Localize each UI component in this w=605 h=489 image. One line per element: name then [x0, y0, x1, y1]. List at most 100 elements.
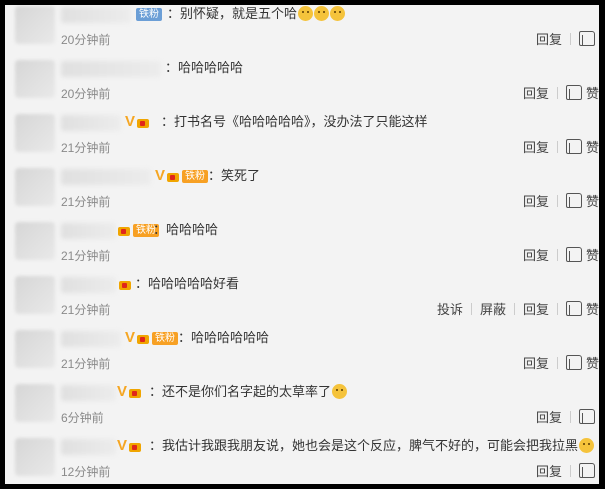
divider [556, 194, 558, 207]
like-label[interactable]: 赞 [586, 191, 599, 210]
smile-emoji-icon [314, 6, 330, 21]
avatar[interactable] [15, 6, 55, 44]
comment-time: 21分钟前 [61, 141, 111, 155]
smile-emoji-icon [298, 6, 314, 21]
comment-actions: 回复 [528, 29, 599, 48]
comment-text: ：哈哈哈哈 [153, 222, 219, 237]
comment-item: V ：我估计我跟我朋友说，她也会是这个反应，脾气不好的，可能会把我拉黑 12分钟… [5, 433, 599, 484]
comment-time: 6分钟前 [61, 411, 104, 425]
fan-badge: 铁粉 [136, 7, 162, 21]
like-label[interactable]: 赞 [586, 299, 599, 318]
username[interactable] [61, 331, 121, 347]
username[interactable] [61, 439, 116, 455]
username[interactable] [61, 169, 151, 185]
comment-time: 21分钟前 [61, 303, 111, 317]
comment-text: ：哈哈哈哈哈好看 [135, 276, 240, 291]
user-badges: 铁粉 [135, 5, 162, 23]
vip-icon: V [125, 113, 136, 130]
reply-button[interactable]: 回复 [515, 299, 557, 318]
comment-item: V 铁粉 ：笑死了 21分钟前 回复 赞 [5, 163, 599, 217]
crown-icon [117, 223, 131, 237]
divider [570, 410, 571, 423]
avatar[interactable] [15, 276, 55, 314]
thumbs-up-icon[interactable] [565, 85, 582, 100]
comment-item: V ：打书名号《哈哈哈哈哈》，没办法了只能这样 21分钟前 回复 赞 [5, 109, 599, 163]
avatar[interactable] [15, 168, 55, 206]
thumbs-up-icon[interactable] [565, 247, 582, 262]
reply-button[interactable]: 回复 [515, 191, 557, 210]
thumbs-up-icon[interactable] [579, 409, 595, 424]
divider [556, 356, 558, 369]
username[interactable] [61, 277, 116, 293]
smile-emoji-icon [332, 384, 348, 399]
avatar[interactable] [15, 114, 55, 152]
user-badges: V [125, 113, 150, 131]
username[interactable] [61, 115, 121, 131]
like-label[interactable]: 赞 [586, 137, 599, 156]
user-badges: V 铁粉 [155, 167, 209, 185]
username[interactable] [61, 223, 116, 239]
avatar[interactable] [15, 60, 55, 98]
thumbs-up-icon[interactable] [579, 463, 595, 478]
comment-actions: 回复 赞 [515, 191, 599, 210]
reply-button[interactable]: 回复 [528, 461, 570, 480]
vip-icon: V [125, 329, 136, 346]
reply-button[interactable]: 回复 [528, 407, 570, 426]
avatar[interactable] [15, 438, 55, 476]
like-label[interactable]: 赞 [586, 83, 599, 102]
thumbs-up-icon[interactable] [565, 139, 582, 154]
like-label[interactable]: 赞 [586, 353, 599, 372]
comment-item: ：哈哈哈哈哈好看 21分钟前 投诉 屏蔽 回复 赞 [5, 271, 599, 325]
comment-time: 21分钟前 [61, 357, 111, 371]
user-badges [118, 275, 132, 293]
thumbs-up-icon[interactable] [565, 355, 582, 370]
smile-emoji-icon [330, 6, 346, 21]
reply-button[interactable]: 回复 [515, 83, 557, 102]
comment-text: ：笑死了 [208, 168, 261, 183]
comment-actions: 回复 赞 [515, 83, 599, 102]
user-badges: V [117, 383, 142, 401]
thumbs-up-icon[interactable] [565, 301, 582, 316]
comment-text: ：哈哈哈哈哈哈 [178, 330, 270, 345]
username[interactable] [61, 385, 116, 401]
username[interactable] [61, 61, 161, 77]
block-button[interactable]: 屏蔽 [472, 299, 514, 318]
comment-item: 铁粉 ：哈哈哈哈 21分钟前 回复 赞 [5, 217, 599, 271]
comment-time: 20分钟前 [61, 87, 111, 101]
comment-text: ：别怀疑，就是五个哈 [167, 5, 346, 23]
comment-item: V 铁粉 ：哈哈哈哈哈哈 21分钟前 回复 赞 [5, 325, 599, 379]
comment-actions: 投诉 屏蔽 回复 赞 [429, 299, 599, 318]
reply-button[interactable]: 回复 [515, 245, 557, 264]
fan-badge: 铁粉 [152, 331, 179, 345]
reply-button[interactable]: 回复 [515, 353, 557, 372]
thumbs-up-icon[interactable] [579, 31, 595, 46]
avatar[interactable] [15, 222, 55, 260]
divider [556, 140, 558, 153]
crown-icon [166, 169, 180, 183]
crown-icon [136, 331, 150, 345]
vip-icon: V [155, 167, 166, 184]
comment-text: ：还不是你们名字起的太草率了 [149, 383, 348, 401]
fan-badge: 铁粉 [182, 169, 209, 183]
comment-list: 铁粉 ：别怀疑，就是五个哈 20分钟前 回复 ：哈哈哈哈哈 20分钟前 回复 赞… [5, 5, 599, 484]
like-label[interactable]: 赞 [586, 245, 599, 264]
avatar[interactable] [15, 330, 55, 368]
username[interactable] [61, 7, 131, 23]
user-badges: V 铁粉 [125, 329, 179, 347]
comment-item: ：哈哈哈哈哈 20分钟前 回复 赞 [5, 55, 599, 109]
report-button[interactable]: 投诉 [429, 299, 471, 318]
thumbs-up-icon[interactable] [565, 193, 582, 208]
comment-actions: 回复 赞 [515, 353, 599, 372]
comment-item: 铁粉 ：别怀疑，就是五个哈 20分钟前 回复 [5, 5, 599, 55]
reply-button[interactable]: 回复 [528, 29, 570, 48]
crown-icon [128, 385, 142, 399]
comment-time: 21分钟前 [61, 195, 111, 209]
vip-icon: V [117, 383, 128, 400]
reply-button[interactable]: 回复 [515, 137, 557, 156]
avatar[interactable] [15, 384, 55, 422]
comment-actions: 回复 赞 [515, 245, 599, 264]
comment-time: 20分钟前 [61, 33, 111, 47]
comment-text: ：我估计我跟我朋友说，她也会是这个反应，脾气不好的，可能会把我拉黑 [149, 437, 595, 455]
crown-icon [136, 115, 150, 129]
comment-time: 12分钟前 [61, 465, 111, 479]
